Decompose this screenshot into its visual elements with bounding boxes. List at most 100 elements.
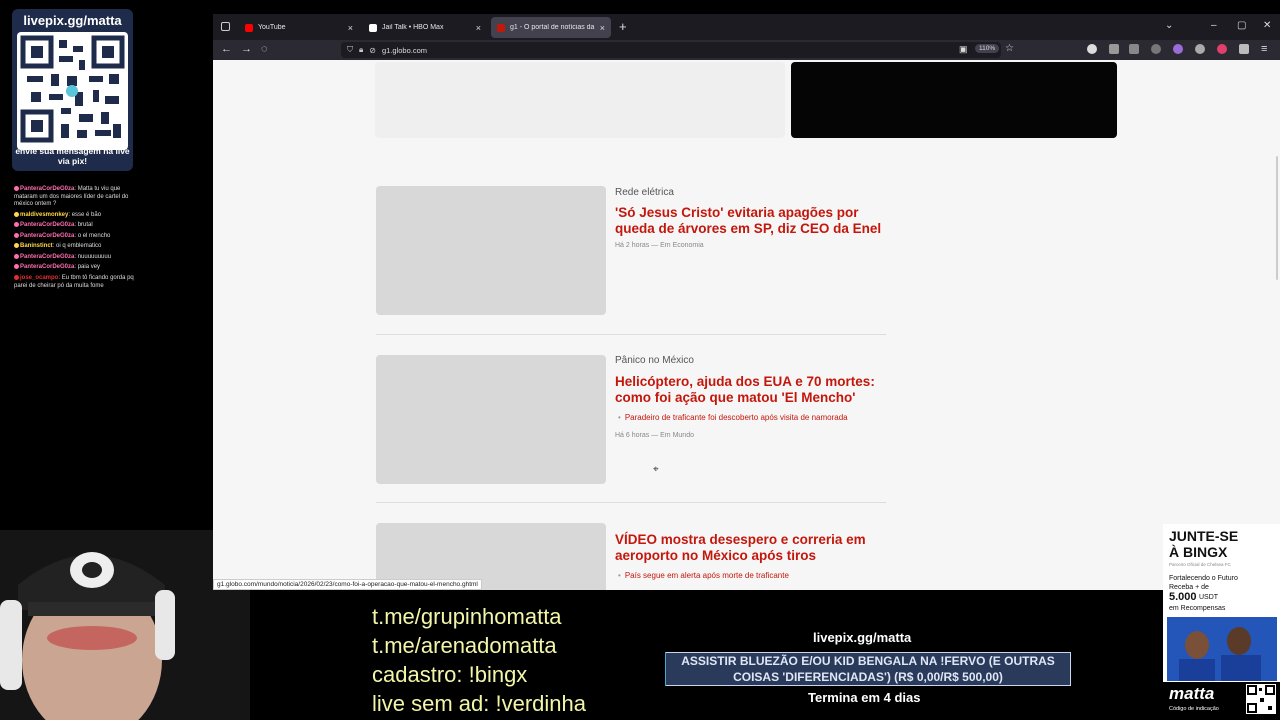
chat-message: PanteraCorDeG0za: Matta tu viu que matar… — [14, 186, 134, 209]
chat-text: oi q emblematico — [56, 243, 102, 250]
extension-icon[interactable] — [1195, 44, 1205, 54]
chat-message: maldivesmonkey: esse é bão — [14, 211, 134, 220]
tab-label: g1 - O portal de notícias da Gl — [510, 24, 596, 31]
url-text[interactable]: g1.globo.com — [382, 46, 427, 55]
article-thumbnail[interactable] — [376, 186, 606, 315]
maximize-icon[interactable]: ▢ — [1237, 20, 1246, 31]
ad-players-image — [1167, 617, 1277, 681]
tab-youtube[interactable]: YouTube × — [239, 17, 359, 38]
mouse-cursor-icon: ⌖ — [653, 464, 659, 475]
livepix-qr-panel: livepix.gg/matta envie sua mensagem na l… — [12, 9, 133, 171]
stream-links: t.me/grupinhomatta t.me/arenadomatta cad… — [372, 602, 586, 718]
chat-badge-icon — [14, 253, 19, 259]
article-card-image[interactable] — [375, 62, 785, 138]
chat-message: jose_ocampo: Eu tbm tô ficando gorda pq … — [14, 275, 134, 290]
article-meta: Há 2 horas — Em Economia — [615, 242, 704, 249]
permissions-icon[interactable]: ⊘ — [369, 46, 376, 55]
chat-text: brutal — [77, 222, 93, 229]
tab-g1[interactable]: g1 - O portal de notícias da Gl × — [491, 17, 611, 38]
goal-title: livepix.gg/matta — [813, 630, 912, 645]
chat-text: esse é bão — [71, 211, 102, 218]
chat-badge-icon — [14, 222, 19, 228]
menu-icon[interactable]: ≡ — [1261, 43, 1267, 55]
loading-icon[interactable]: ◌ — [261, 43, 268, 55]
chat-badge-icon — [14, 232, 19, 238]
shield-extension-icon[interactable] — [1129, 44, 1139, 54]
minimize-icon[interactable]: – — [1211, 20, 1217, 31]
tab-list-icon[interactable] — [221, 22, 230, 31]
ad-footer: matta Código de indicação — [1163, 682, 1280, 720]
chat-username[interactable]: PanteraCorDeG0za — [20, 222, 74, 228]
tab-bar: YouTube × Jail Talk • HBO Max × g1 - O p… — [213, 14, 1280, 40]
goal-ends: Termina em 4 dias — [808, 690, 921, 705]
chat-badge-icon — [14, 186, 19, 191]
chat-message: PanteraCorDeG0za: nuuuuuuuuu — [14, 253, 134, 262]
chat-badge-icon — [14, 275, 19, 281]
extensions-puzzle-icon[interactable] — [1109, 44, 1119, 54]
url-bar[interactable]: ⛉ 🔒︎ ⊘ g1.globo.com — [341, 42, 1001, 58]
chat-badge-icon — [14, 264, 19, 270]
hbo-icon — [369, 23, 377, 32]
chat-username[interactable]: PanteraCorDeG0za — [20, 186, 74, 192]
new-tab-icon[interactable]: + — [619, 19, 627, 34]
bingx-ad: JUNTE-SE À BINGX Parceiro Oficial de Che… — [1163, 524, 1280, 720]
related-link[interactable]: Paradeiro de traficante foi descoberto a… — [618, 413, 848, 422]
ad-title-line: JUNTE-SE — [1169, 528, 1239, 544]
stream-frame: livepix.gg/matta envie sua mensagem na l… — [0, 0, 1280, 720]
tab-label: Jail Talk • HBO Max — [382, 24, 444, 31]
chat-username[interactable]: jose_ocampo — [20, 275, 58, 281]
chat-username[interactable]: PanteraCorDeG0za — [20, 254, 74, 260]
close-icon[interactable]: × — [476, 23, 481, 33]
related-link[interactable]: País segue em alerta após morte de trafi… — [618, 571, 789, 580]
status-url: g1.globo.com/mundo/noticia/2026/02/23/co… — [213, 579, 482, 590]
zoom-level[interactable]: 110% — [975, 44, 1000, 53]
video-player[interactable] — [791, 62, 1117, 138]
forward-icon[interactable]: → — [241, 43, 252, 55]
close-icon[interactable]: × — [600, 23, 605, 33]
chat-username[interactable]: Baninstinct — [20, 243, 53, 249]
tab-hbo-max[interactable]: Jail Talk • HBO Max × — [363, 17, 487, 38]
close-icon[interactable]: × — [348, 23, 353, 33]
ad-title: JUNTE-SE À BINGX — [1169, 528, 1238, 560]
link-line: t.me/arenadomatta — [372, 633, 557, 658]
scrollbar[interactable] — [1276, 156, 1278, 280]
qr-title: livepix.gg/matta — [23, 13, 122, 28]
extension-icon[interactable] — [1087, 44, 1097, 54]
bookmark-star-icon[interactable]: ☆ — [1005, 43, 1014, 54]
tab-label: YouTube — [258, 24, 286, 31]
chat-message: Baninstinct: oi q emblematico — [14, 243, 134, 251]
chat-username[interactable]: PanteraCorDeG0za — [20, 233, 74, 239]
back-icon[interactable]: ← — [221, 43, 232, 55]
chat-badge-icon — [14, 211, 19, 217]
article-kicker: Pânico no México — [615, 355, 694, 366]
extension-icon[interactable] — [1217, 44, 1227, 54]
navigation-bar: ← → ◌ ⛉ 🔒︎ ⊘ g1.globo.com ▣ 110% ☆ ≡ — [213, 40, 1280, 60]
browser-window: YouTube × Jail Talk • HBO Max × g1 - O p… — [213, 14, 1280, 590]
account-icon[interactable] — [1239, 44, 1249, 54]
chat-username[interactable]: maldivesmonkey — [20, 212, 68, 218]
ad-currency: USDT — [1199, 594, 1219, 601]
lock-icon[interactable]: 🔒︎ — [359, 45, 363, 55]
article-thumbnail[interactable] — [376, 355, 606, 484]
chat-message: PanteraCorDeG0za: paia vey — [14, 264, 134, 272]
ad-small-print: Parceiro Oficial de Chelsea FC — [1169, 562, 1231, 567]
chevron-down-icon[interactable]: ⌄ — [1165, 20, 1173, 31]
chat-feed: PanteraCorDeG0za: Matta tu viu que matar… — [14, 186, 134, 293]
ad-line: Fortalecendo o Futuro — [1169, 575, 1238, 582]
audio-icon[interactable] — [1151, 44, 1161, 54]
goal-box: ASSISTIR BLUEZÃO E/OU KID BENGALA NA !FE… — [665, 652, 1071, 686]
link-line: t.me/grupinhomatta — [372, 604, 562, 629]
chat-text: o el mencho — [77, 232, 111, 239]
reader-view-icon[interactable]: ▣ — [959, 44, 968, 55]
article-headline[interactable]: 'Só Jesus Cristo' evitaria apagões por q… — [615, 205, 890, 237]
article-meta: Há 6 horas — Em Mundo — [615, 432, 694, 439]
divider — [376, 334, 886, 335]
ad-line: Receba + de — [1169, 584, 1209, 591]
extension-icon[interactable] — [1173, 44, 1183, 54]
chat-username[interactable]: PanteraCorDeG0za — [20, 265, 74, 271]
link-line: live sem ad: !verdinha — [372, 691, 586, 716]
article-headline[interactable]: Helicóptero, ajuda dos EUA e 70 mortes: … — [615, 374, 890, 406]
close-window-icon[interactable]: ✕ — [1263, 20, 1271, 31]
shield-icon[interactable]: ⛉ — [347, 45, 353, 55]
article-headline[interactable]: VÍDEO mostra desespero e correria em aer… — [615, 532, 890, 564]
